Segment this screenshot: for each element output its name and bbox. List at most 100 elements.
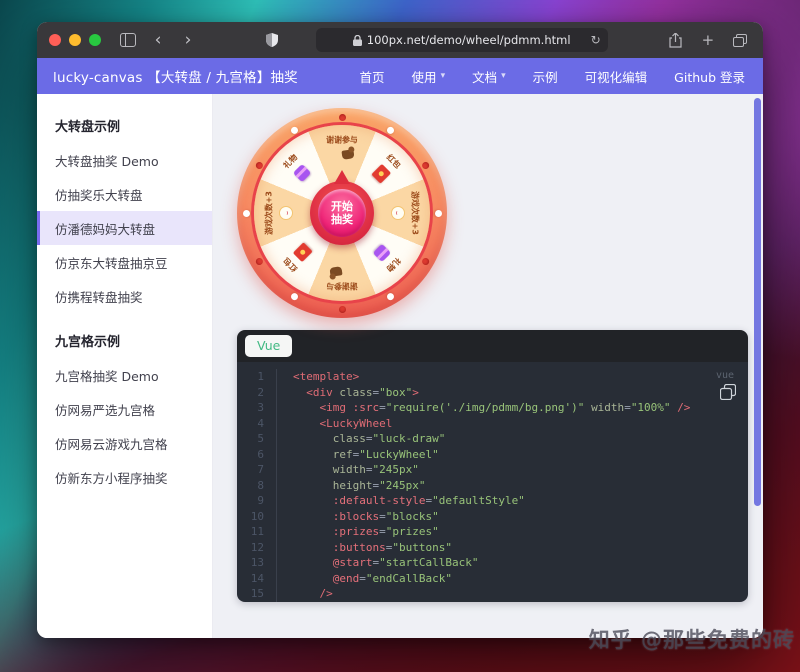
code-line: 1 <template> bbox=[237, 369, 748, 385]
code-text: ref="LuckyWheel" bbox=[332, 447, 439, 461]
code-text: <template> bbox=[293, 370, 360, 383]
sidebar-group-header: 九宫格示例 bbox=[55, 335, 121, 350]
sidebar-item[interactable]: 大转盘抽奖 Demo bbox=[37, 143, 212, 177]
code-text: <LuckyWheel bbox=[319, 416, 393, 430]
code-line: 3 <img :src="require('./img/pdmm/bg.png'… bbox=[237, 400, 748, 416]
new-tab-icon[interactable]: + bbox=[697, 29, 719, 51]
line-number: 1 bbox=[237, 369, 277, 385]
site-navbar: lucky-canvas 【大转盘 / 九宫格】抽奖 首页 使用 ▾ 文档 ▾ 示例 可视化… bbox=[37, 58, 763, 94]
address-bar[interactable]: 100px.net/demo/wheel/pdmm.html ↻ bbox=[315, 28, 608, 52]
privacy-shield-icon[interactable] bbox=[261, 29, 283, 51]
code-text: @start="startCallBack" bbox=[332, 556, 479, 569]
nav-item-label: 示例 bbox=[532, 69, 558, 85]
main-content: 谢谢参与 红包 游戏次数+3 礼物 谢谢参与 红包 游戏次数+3 礼物 开始 抽奖 Vue bbox=[213, 94, 763, 638]
code-block[interactable]: 1 <template> 2 <div class="box"> 3 <img :sr… bbox=[237, 362, 748, 602]
language-badge: vue bbox=[715, 370, 734, 381]
code-text: /> bbox=[319, 587, 333, 600]
window-controls bbox=[49, 34, 101, 46]
line-number: 4 bbox=[237, 415, 277, 431]
nav-item-Github 登录[interactable]: Github 登录 bbox=[674, 67, 745, 86]
code-line: 9 :default-style="defaultStyle" bbox=[237, 493, 748, 509]
close-window-button[interactable] bbox=[49, 34, 61, 46]
tab-overview-icon[interactable] bbox=[729, 29, 751, 51]
chevron-down-icon: ▾ bbox=[440, 71, 446, 81]
code-text: :prizes="prizes" bbox=[332, 525, 439, 538]
line-number: 12 bbox=[237, 539, 277, 555]
code-text: width="245px" bbox=[332, 463, 419, 476]
line-number: 11 bbox=[237, 524, 277, 540]
copy-code-icon[interactable] bbox=[719, 383, 737, 402]
sidebar-item[interactable]: 仿新东方小程序抽奖 bbox=[37, 460, 212, 494]
lucky-wheel: 谢谢参与 红包 游戏次数+3 礼物 谢谢参与 红包 游戏次数+3 礼物 开始 抽奖 bbox=[237, 108, 447, 318]
code-line: 2 <div class="box"> bbox=[237, 384, 748, 400]
share-icon[interactable] bbox=[665, 29, 687, 51]
code-text: :default-style="defaultStyle" bbox=[332, 494, 525, 507]
code-line: 6 ref="LuckyWheel" bbox=[237, 446, 748, 462]
chevron-down-icon: ▾ bbox=[501, 71, 506, 81]
sidebar-group-header: 大转盘示例 bbox=[55, 120, 121, 135]
line-number: 10 bbox=[237, 508, 277, 524]
watermark-text: 知乎 @那些免费的砖 bbox=[588, 628, 795, 652]
line-number: 6 bbox=[237, 446, 277, 462]
lock-icon bbox=[352, 34, 362, 46]
line-number: 13 bbox=[237, 555, 277, 571]
code-line: 12 :buttons="buttons" bbox=[237, 539, 748, 555]
nav-item-label: Github 登录 bbox=[674, 69, 745, 85]
nav-item-label: 使用 bbox=[411, 69, 437, 85]
gift-icon bbox=[292, 163, 312, 183]
sidebar-item[interactable]: 九宫格抽奖 Demo bbox=[37, 358, 212, 392]
browser-titlebar: ‹ › 100px.net/demo/wheel/pdmm.html ↻ + bbox=[37, 22, 763, 58]
refresh-icon[interactable]: ↻ bbox=[591, 33, 601, 47]
nav-item-使用[interactable]: 使用 ▾ bbox=[412, 67, 446, 86]
nav-item-首页[interactable]: 首页 bbox=[360, 67, 385, 86]
line-number: 14 bbox=[237, 570, 277, 586]
tab-vue[interactable]: Vue bbox=[245, 335, 293, 357]
wheel-center-ring: 开始 抽奖 bbox=[310, 170, 374, 245]
sidebar-item[interactable]: 仿抽奖乐大转盘 bbox=[37, 177, 212, 211]
code-line: 10 :blocks="blocks" bbox=[237, 508, 748, 524]
forward-button[interactable]: › bbox=[177, 29, 199, 51]
code-text: <img :src="require('./img/pdmm/bg.png')"… bbox=[319, 401, 691, 414]
nav-item-label: 可视化编辑 bbox=[584, 69, 648, 85]
code-text: @end="endCallBack" bbox=[332, 571, 452, 585]
code-line: 13 @start="startCallBack" bbox=[237, 555, 748, 571]
line-number: 7 bbox=[237, 462, 277, 478]
nav-item-文档[interactable]: 文档 ▾ bbox=[472, 67, 506, 86]
sidebar-toggle-icon[interactable] bbox=[117, 29, 139, 51]
code-line: 4 <LuckyWheel bbox=[237, 415, 748, 431]
zoom-window-button[interactable] bbox=[89, 34, 101, 46]
nav-item-label: 首页 bbox=[359, 69, 385, 85]
code-text: class="luck-draw" bbox=[332, 432, 446, 445]
line-number: 9 bbox=[237, 493, 277, 509]
code-line: 11 :prizes="prizes" bbox=[237, 524, 748, 540]
sidebar-item[interactable]: 仿京东大转盘抽京豆 bbox=[37, 245, 212, 279]
nav-item-label: 文档 bbox=[472, 69, 498, 85]
sidebar-item[interactable]: 仿网易云游戏九宫格 bbox=[37, 426, 212, 460]
code-line: 5 class="luck-draw" bbox=[237, 431, 748, 447]
nav-item-可视化编辑[interactable]: 可视化编辑 bbox=[585, 67, 648, 86]
line-number: 8 bbox=[237, 477, 277, 493]
code-text: <div class="box"> bbox=[306, 385, 419, 399]
wheel-pointer-icon bbox=[334, 170, 350, 184]
code-line: 7 width="245px" bbox=[237, 462, 748, 478]
minimize-window-button[interactable] bbox=[69, 34, 81, 46]
url-text: 100px.net/demo/wheel/pdmm.html bbox=[366, 33, 571, 47]
sidebar-item[interactable]: 仿潘德妈妈大转盘 bbox=[37, 211, 212, 245]
code-text: :blocks="blocks" bbox=[332, 509, 439, 523]
navbar-menu: 首页 使用 ▾ 文档 ▾ 示例 可视化编辑 Github 登录 bbox=[360, 67, 747, 86]
code-line: 14 @end="endCallBack" bbox=[237, 570, 748, 586]
nav-item-示例[interactable]: 示例 bbox=[533, 67, 558, 86]
line-number: 5 bbox=[237, 431, 277, 447]
code-tabs-bar: Vue bbox=[237, 330, 748, 362]
back-button[interactable]: ‹ bbox=[147, 29, 169, 51]
site-title: lucky-canvas 【大转盘 / 九宫格】抽奖 bbox=[53, 70, 298, 86]
sidebar-item[interactable]: 仿网易严选九宫格 bbox=[37, 392, 212, 426]
sidebar-item[interactable]: 仿携程转盘抽奖 bbox=[37, 279, 212, 313]
code-line: 8 height="245px" bbox=[237, 477, 748, 493]
code-text: :buttons="buttons" bbox=[332, 540, 452, 554]
line-number: 3 bbox=[237, 400, 277, 416]
page-scrollbar-thumb[interactable] bbox=[754, 98, 761, 506]
start-draw-button[interactable]: 开始 抽奖 bbox=[318, 189, 366, 237]
line-number: 2 bbox=[237, 384, 277, 400]
code-text: height="245px" bbox=[332, 478, 426, 492]
